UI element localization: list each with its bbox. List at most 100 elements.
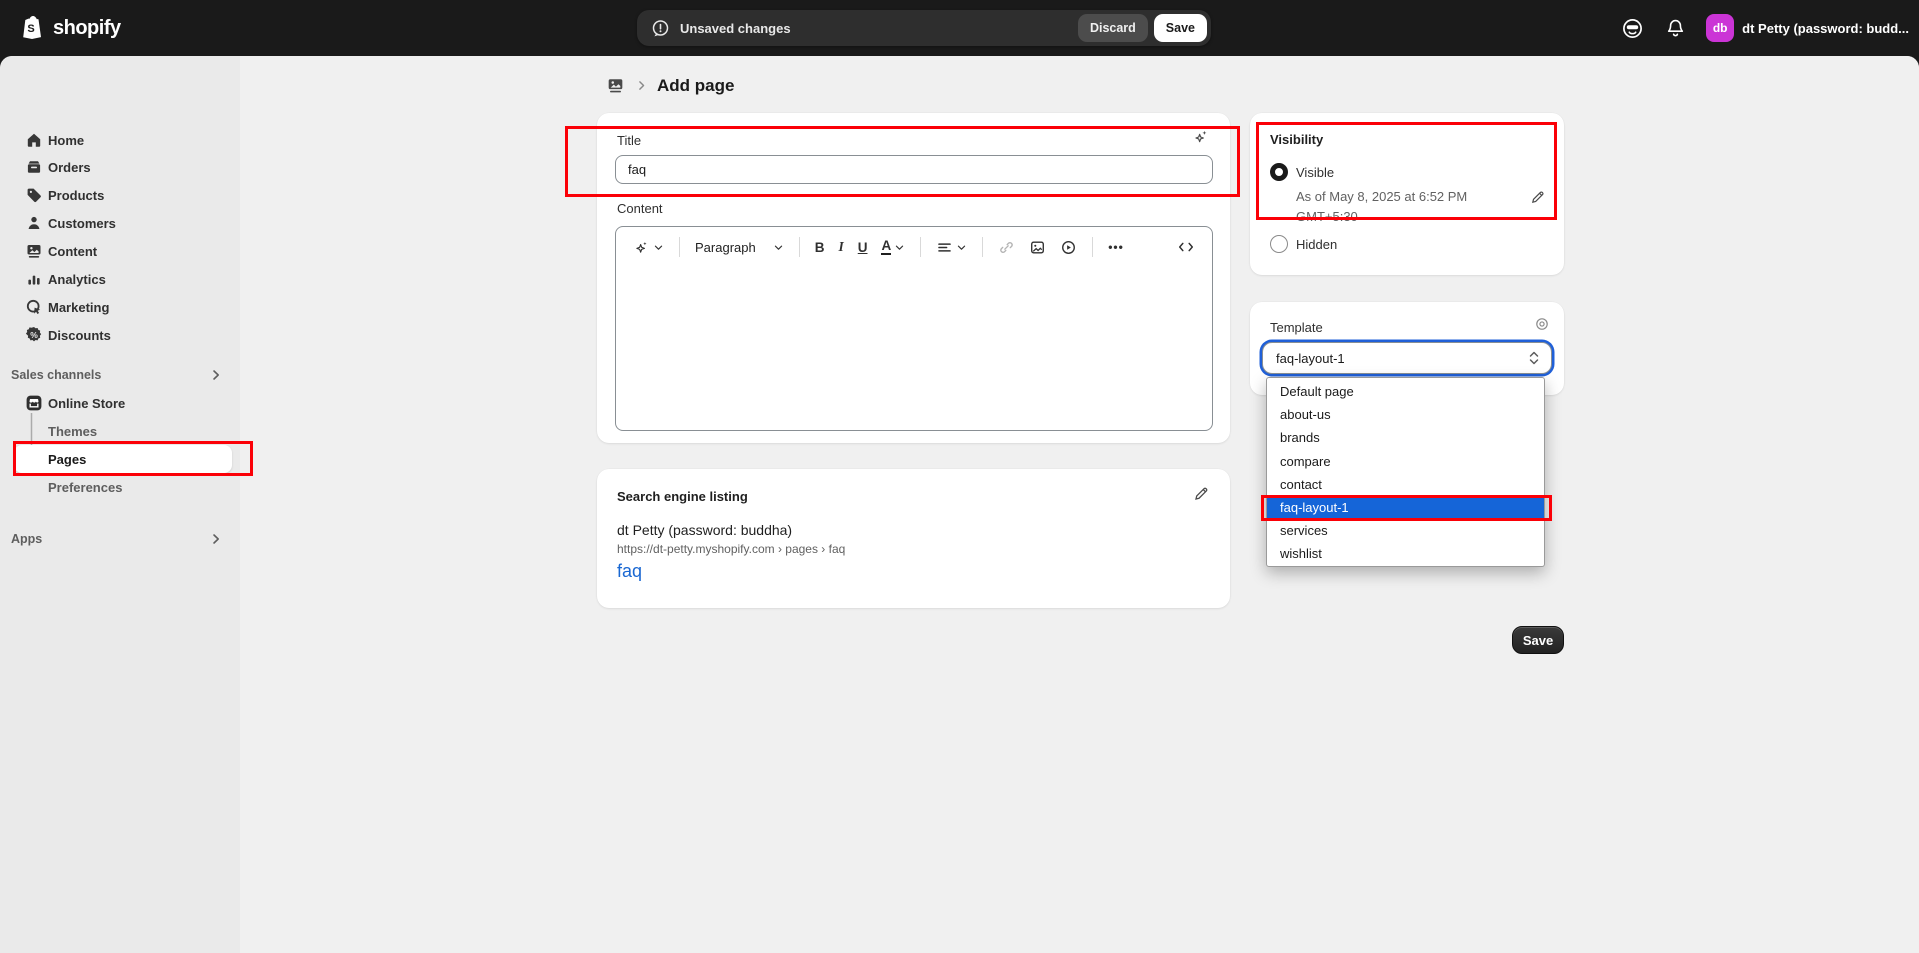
shopify-bag-icon: S: [20, 14, 46, 42]
text-color-button[interactable]: A: [876, 236, 910, 258]
visible-radio[interactable]: [1270, 163, 1288, 181]
shopify-wordmark: shopify: [53, 17, 121, 40]
seo-page-link[interactable]: faq: [617, 561, 642, 582]
svg-text:%: %: [30, 330, 38, 340]
sidebar-item-home[interactable]: Home: [0, 126, 240, 154]
rich-text-editor: Paragraph B I U A: [615, 226, 1213, 431]
person-icon: [24, 213, 44, 233]
align-button[interactable]: [931, 236, 972, 259]
sidebar-item-products[interactable]: Products: [0, 181, 240, 209]
underline-button[interactable]: U: [853, 237, 873, 258]
unsaved-changes-message: Unsaved changes: [680, 21, 1078, 36]
home-icon: [24, 130, 44, 150]
template-select-value: faq-layout-1: [1276, 351, 1527, 366]
apps-header[interactable]: Apps: [0, 525, 240, 553]
edit-pencil-icon[interactable]: [1193, 485, 1210, 502]
title-input[interactable]: [615, 155, 1213, 184]
media-icon: [24, 241, 44, 261]
title-content-card: Title Content Paragraph B I U: [597, 113, 1230, 443]
template-heading: Template: [1270, 320, 1323, 335]
alert-icon: [651, 19, 670, 38]
storefront-icon: [24, 393, 44, 413]
topbar-right: db dt Petty (password: budd...: [1620, 0, 1909, 56]
dropdown-option-wishlist[interactable]: wishlist: [1267, 542, 1544, 565]
sidebar-item-marketing[interactable]: Marketing: [0, 293, 240, 321]
editor-toolbar: Paragraph B I U A: [616, 227, 1212, 267]
chevron-right-icon: [208, 531, 224, 547]
hidden-radio[interactable]: [1270, 235, 1288, 253]
toolbar-divider: [799, 237, 800, 257]
bar-chart-icon: [24, 269, 44, 289]
sidebar-item-analytics[interactable]: Analytics: [0, 265, 240, 293]
insert-video-button[interactable]: [1055, 236, 1082, 259]
content-label: Content: [617, 201, 663, 216]
visible-label: Visible: [1296, 165, 1334, 180]
ai-sparkle-icon[interactable]: [1192, 128, 1210, 146]
bold-button[interactable]: B: [810, 237, 830, 258]
dropdown-option-services[interactable]: services: [1267, 519, 1544, 542]
breadcrumb: Add page: [605, 75, 734, 96]
dropdown-option-brands[interactable]: brands: [1267, 426, 1544, 449]
orders-icon: [24, 157, 44, 177]
seo-card: Search engine listing dt Petty (password…: [597, 469, 1230, 608]
dropdown-option-compare[interactable]: compare: [1267, 450, 1544, 473]
dropdown-option-faq-layout-1[interactable]: faq-layout-1: [1267, 496, 1544, 519]
seo-heading: Search engine listing: [617, 489, 748, 504]
sidebar-item-orders[interactable]: Orders: [0, 153, 240, 181]
sidebar-item-preferences[interactable]: Preferences: [0, 473, 240, 501]
page-title: Add page: [657, 76, 734, 96]
discard-button[interactable]: Discard: [1078, 14, 1148, 42]
dropdown-option-about-us[interactable]: about-us: [1267, 403, 1544, 426]
ai-magic-button[interactable]: [628, 236, 669, 259]
shopify-admin: S shopify Unsaved changes Discard Save: [0, 0, 1919, 953]
seo-url: https://dt-petty.myshopify.com › pages ›…: [617, 542, 845, 556]
tag-icon: [24, 185, 44, 205]
unsaved-changes-bar: Unsaved changes Discard Save: [637, 10, 1211, 46]
visibility-heading: Visibility: [1270, 132, 1323, 147]
template-dropdown: Default page about-us brands compare con…: [1266, 377, 1545, 567]
account-menu[interactable]: db dt Petty (password: budd...: [1706, 14, 1909, 42]
toolbar-divider: [1092, 237, 1093, 257]
editor-text-area[interactable]: [616, 268, 1212, 430]
select-updown-icon: [1527, 350, 1541, 366]
sidekick-assistant-icon[interactable]: [1620, 16, 1645, 41]
save-button[interactable]: Save: [1512, 626, 1564, 654]
sidebar: Home Orders Products Customers: [0, 56, 240, 953]
seo-site-title: dt Petty (password: buddha): [617, 522, 792, 538]
sales-channels-header[interactable]: Sales channels: [0, 361, 240, 389]
insert-image-button[interactable]: [1024, 236, 1051, 259]
visibility-date-line2: GMT+5:30: [1296, 209, 1358, 224]
toolbar-divider: [679, 237, 680, 257]
title-label: Title: [617, 133, 641, 148]
shopify-logo[interactable]: S shopify: [20, 0, 121, 56]
chevron-right-icon: [635, 79, 648, 92]
chevron-right-icon: [208, 367, 224, 383]
toolbar-divider: [920, 237, 921, 257]
visibility-date-line1: As of May 8, 2025 at 6:52 PM: [1296, 189, 1467, 204]
account-name: dt Petty (password: budd...: [1742, 21, 1909, 36]
code-view-button[interactable]: [1172, 235, 1200, 259]
paragraph-style-button[interactable]: Paragraph: [690, 237, 789, 258]
sidebar-item-customers[interactable]: Customers: [0, 209, 240, 237]
pages-section-icon[interactable]: [605, 75, 626, 96]
toolbar-divider: [982, 237, 983, 257]
topbar: S shopify Unsaved changes Discard Save: [0, 0, 1919, 56]
topbar-save-button[interactable]: Save: [1154, 14, 1207, 42]
sidebar-item-pages[interactable]: Pages: [14, 445, 232, 473]
svg-text:S: S: [27, 23, 34, 35]
template-select[interactable]: faq-layout-1: [1262, 342, 1552, 374]
dropdown-option-contact[interactable]: contact: [1267, 473, 1544, 496]
discount-badge-icon: %: [24, 325, 44, 345]
link-button[interactable]: [993, 236, 1020, 259]
visibility-card: Visibility Visible As of May 8, 2025 at …: [1250, 113, 1564, 275]
sidebar-item-discounts[interactable]: % Discounts: [0, 321, 240, 349]
sidebar-item-content[interactable]: Content: [0, 237, 240, 265]
target-icon: [24, 297, 44, 317]
view-eye-icon[interactable]: [1534, 316, 1550, 332]
more-options-button[interactable]: •••: [1103, 237, 1129, 257]
edit-pencil-icon[interactable]: [1530, 189, 1546, 205]
dropdown-option-default-page[interactable]: Default page: [1267, 380, 1544, 403]
notifications-bell-icon[interactable]: [1665, 18, 1686, 39]
italic-button[interactable]: I: [833, 236, 848, 258]
avatar: db: [1706, 14, 1734, 42]
